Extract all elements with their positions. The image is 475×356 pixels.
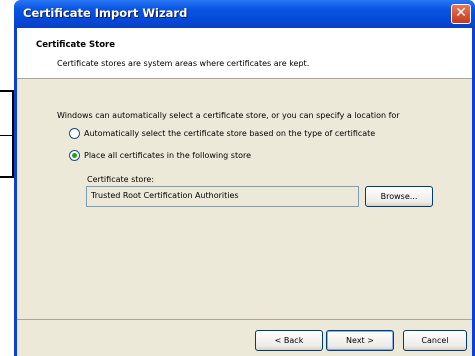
window-title: Certificate Import Wizard [23,6,188,20]
page-title: Certificate Store [36,40,116,50]
dialog-client-area: Certificate Store Certificate stores are… [17,28,472,356]
page-description: Certificate stores are system areas wher… [57,59,310,68]
back-button[interactable]: < Back [255,330,323,351]
cancel-button[interactable]: Cancel [403,330,467,351]
wizard-header: Certificate Store Certificate stores are… [17,28,472,79]
close-icon: ✕ [455,5,467,21]
option-auto-select[interactable]: Automatically select the certificate sto… [69,128,375,139]
next-button[interactable]: Next > [326,330,394,351]
auto-select-radio[interactable] [69,128,80,139]
place-in-store-radio[interactable] [69,150,80,161]
browse-button[interactable]: Browse... [365,186,433,207]
close-button[interactable]: ✕ [451,4,471,24]
auto-select-label: Automatically select the certificate sto… [84,129,376,138]
background-window-fragment [0,90,14,178]
certificate-import-wizard-dialog: Certificate Import Wizard ✕ Certificate … [14,0,475,356]
title-bar[interactable]: Certificate Import Wizard ✕ [14,0,475,28]
certificate-store-label: Certificate store: [87,175,155,184]
background-window-divider [0,135,12,136]
certificate-store-field[interactable]: Trusted Root Certification Authorities [86,186,359,207]
place-in-store-label: Place all certificates in the following … [84,151,252,160]
option-place-in-store[interactable]: Place all certificates in the following … [69,150,251,161]
footer-separator [17,319,472,320]
intro-text: Windows can automatically select a certi… [57,111,400,120]
